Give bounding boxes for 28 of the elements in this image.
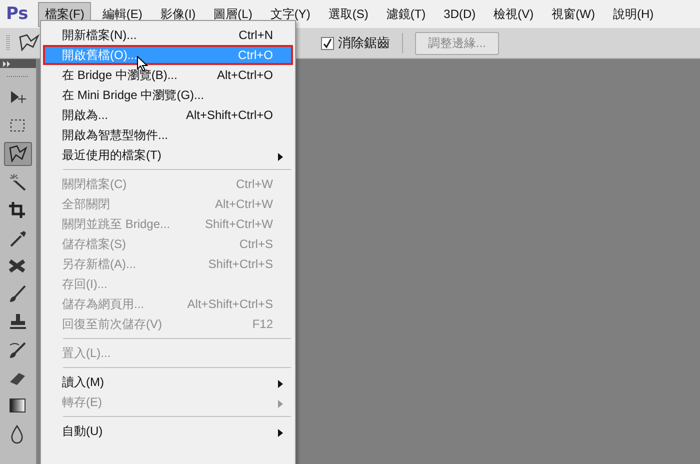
- menu-item[interactable]: 在 Mini Bridge 中瀏覽(G)...: [43, 85, 293, 105]
- menu-item[interactable]: 最近使用的檔案(T): [43, 145, 293, 165]
- grip-icon: [6, 34, 10, 52]
- menu-bar-item[interactable]: 3D(D): [436, 3, 483, 25]
- tool-icon: [7, 312, 29, 332]
- menu-bar-item[interactable]: 濾鏡(T): [379, 2, 433, 26]
- menu-item[interactable]: 開啟為智慧型物件...: [43, 125, 293, 145]
- menu-item[interactable]: 讀入(M): [43, 372, 293, 392]
- menu-bar-item[interactable]: 說明(H): [606, 2, 661, 26]
- menu-item[interactable]: 開新檔案(N)... Ctrl+N: [43, 25, 293, 45]
- tool-icon: [7, 144, 29, 164]
- submenu-arrow-icon: [278, 429, 283, 437]
- submenu-arrow-icon: [278, 400, 283, 408]
- submenu-arrow-icon: [278, 153, 283, 161]
- menu-item[interactable]: 開啟為... Alt+Shift+Ctrl+O: [43, 105, 293, 125]
- lasso-icon[interactable]: [18, 33, 40, 53]
- checkbox-label: 消除鋸齒: [338, 34, 390, 52]
- menu-item[interactable]: 自動(U): [43, 421, 293, 441]
- checkbox[interactable]: [321, 36, 334, 50]
- menu-bar-item[interactable]: 視窗(W): [544, 2, 602, 26]
- menu-bar-item[interactable]: 選取(S): [321, 2, 376, 26]
- menu-bar-item[interactable]: 檢視(V): [486, 2, 541, 26]
- submenu-arrow-icon: [278, 380, 283, 388]
- app-logo: Ps: [6, 4, 30, 24]
- menu-item[interactable]: 在 Bridge 中瀏覽(B)... Alt+Ctrl+O: [43, 65, 293, 85]
- grip-icon: [7, 75, 29, 78]
- tool-button[interactable]: [4, 142, 32, 166]
- antialias-checkbox[interactable]: 消除鋸齒: [321, 34, 390, 52]
